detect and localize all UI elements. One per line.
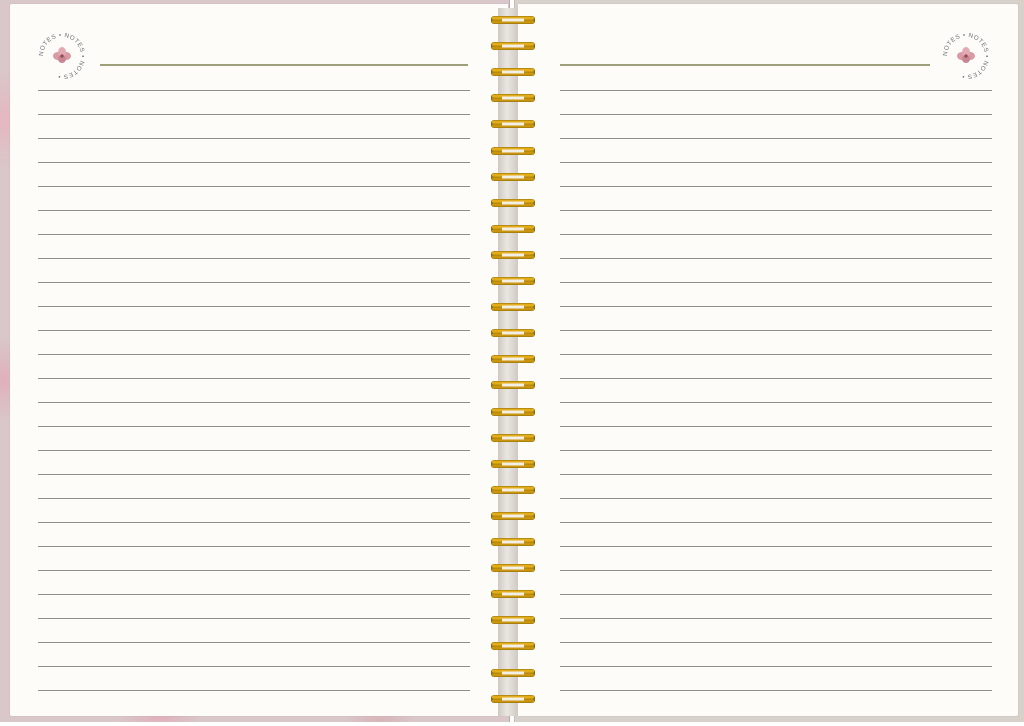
ruled-line[interactable] [38,282,470,283]
ruled-line[interactable] [38,450,470,451]
ruled-line[interactable] [560,234,992,235]
ruled-line[interactable] [560,522,992,523]
spiral-ring-icon [490,407,536,417]
spiral-ring-icon [490,93,536,103]
ruled-line[interactable] [560,186,992,187]
spiral-ring-icon [490,198,536,208]
ruled-line[interactable] [560,570,992,571]
spiral-ring-icon [490,41,536,51]
spiral-ring-icon [490,146,536,156]
spiral-ring-icon [490,433,536,443]
spiral-ring-icon [490,302,536,312]
ruled-lines [518,4,1018,716]
ruled-line[interactable] [560,666,992,667]
ruled-line[interactable] [560,258,992,259]
ruled-line[interactable] [560,282,992,283]
ruled-line[interactable] [38,162,470,163]
ruled-line[interactable] [560,450,992,451]
ruled-line[interactable] [38,474,470,475]
spiral-ring-icon [490,563,536,573]
ruled-line[interactable] [38,210,470,211]
right-page[interactable]: NOTES • NOTES • NOTES • [518,4,1018,716]
ruled-line[interactable] [560,594,992,595]
ruled-line[interactable] [38,690,470,691]
ruled-line[interactable] [38,186,470,187]
ruled-line[interactable] [38,354,470,355]
spiral-ring-icon [490,354,536,364]
ruled-line[interactable] [560,642,992,643]
ruled-line[interactable] [38,570,470,571]
ruled-line[interactable] [38,618,470,619]
ruled-line[interactable] [560,498,992,499]
ruled-line[interactable] [38,258,470,259]
spiral-ring-icon [490,328,536,338]
ruled-lines [10,4,508,716]
ruled-line[interactable] [38,666,470,667]
spiral-ring-icon [490,668,536,678]
ruled-line[interactable] [560,162,992,163]
ruled-line[interactable] [560,330,992,331]
spiral-ring-icon [490,67,536,77]
ruled-line[interactable] [38,594,470,595]
ruled-line[interactable] [560,354,992,355]
ruled-line[interactable] [560,402,992,403]
ruled-line[interactable] [38,330,470,331]
spiral-ring-icon [490,511,536,521]
spiral-ring-icon [490,172,536,182]
ruled-line[interactable] [560,138,992,139]
ruled-line[interactable] [38,402,470,403]
ruled-line[interactable] [38,426,470,427]
spiral-ring-icon [490,380,536,390]
ruled-line[interactable] [38,546,470,547]
spiral-ring-icon [490,485,536,495]
left-page[interactable]: NOTES • NOTES • NOTES • [10,4,508,716]
ruled-line[interactable] [38,498,470,499]
ruled-line[interactable] [38,642,470,643]
spiral-ring-icon [490,276,536,286]
ruled-line[interactable] [38,138,470,139]
ruled-line[interactable] [560,378,992,379]
ruled-line[interactable] [38,234,470,235]
ruled-line[interactable] [38,114,470,115]
ruled-line[interactable] [38,306,470,307]
ruled-line[interactable] [560,306,992,307]
spiral-ring-icon [490,119,536,129]
ruled-line[interactable] [560,546,992,547]
spiral-ring-icon [490,459,536,469]
spiral-ring-icon [490,641,536,651]
spiral-ring-icon [490,15,536,25]
ruled-line[interactable] [560,426,992,427]
ruled-line[interactable] [560,618,992,619]
ruled-line[interactable] [560,90,992,91]
spiral-ring-icon [490,250,536,260]
ruled-line[interactable] [38,90,470,91]
spiral-ring-icon [490,615,536,625]
ruled-line[interactable] [38,522,470,523]
spiral-ring-icon [490,694,536,704]
ruled-line[interactable] [38,378,470,379]
spiral-ring-icon [490,224,536,234]
ruled-line[interactable] [560,210,992,211]
ruled-line[interactable] [560,114,992,115]
ruled-line[interactable] [560,690,992,691]
ruled-line[interactable] [560,474,992,475]
spiral-ring-icon [490,589,536,599]
spiral-ring-icon [490,537,536,547]
